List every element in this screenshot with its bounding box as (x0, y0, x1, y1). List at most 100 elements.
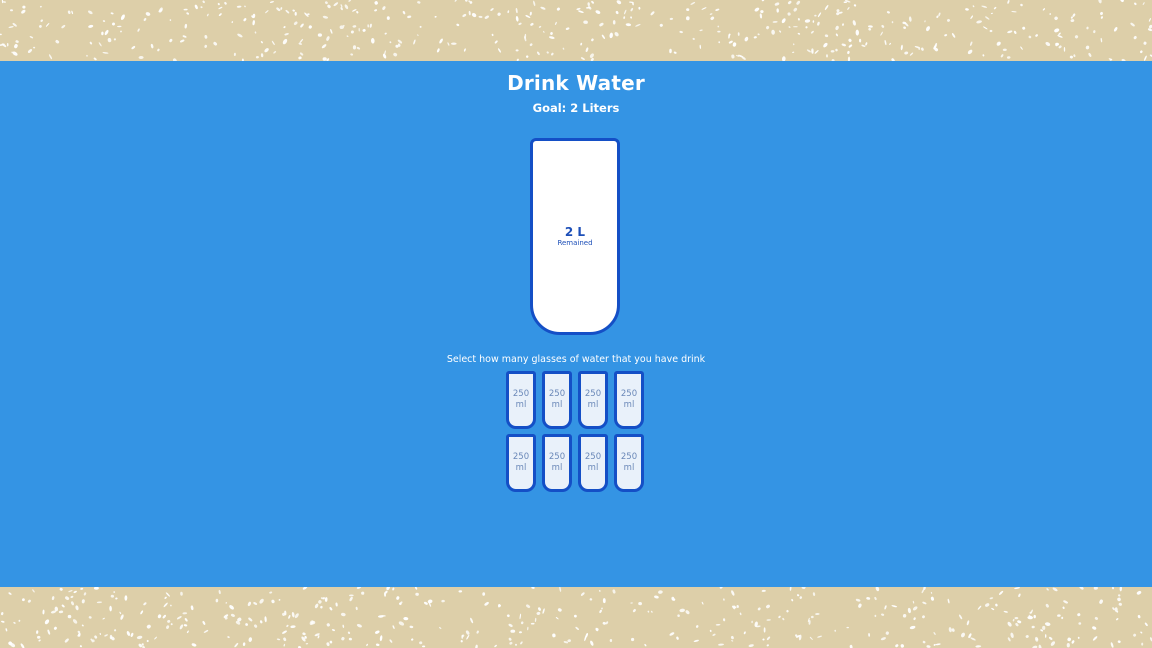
speckle (374, 1, 378, 5)
speckle (333, 2, 339, 7)
small-cup[interactable]: 250 ml (542, 371, 572, 429)
speckle (439, 626, 442, 630)
speckle (868, 27, 872, 31)
speckle (68, 590, 73, 593)
speckle (348, 637, 352, 641)
speckle (284, 33, 289, 36)
speckle (1057, 614, 1061, 617)
speckle (67, 10, 71, 15)
speckle (340, 4, 343, 8)
speckle (349, 594, 354, 597)
speckle (114, 629, 117, 632)
speckle (835, 48, 838, 52)
speckle (804, 19, 811, 23)
speckle (1045, 603, 1049, 608)
speckle (242, 642, 246, 646)
speckle (140, 610, 144, 615)
speckle (772, 21, 778, 23)
speckle (709, 13, 713, 15)
speckle (625, 23, 632, 27)
small-cup[interactable]: 250 ml (578, 434, 608, 492)
speckle (766, 644, 769, 647)
speckle (71, 10, 74, 15)
speckle (145, 12, 151, 16)
speckle (271, 40, 275, 46)
remained-amount: 2 L (564, 225, 586, 239)
speckle (874, 614, 877, 618)
speckle (787, 12, 791, 16)
speckle (731, 639, 734, 642)
speckle (546, 51, 549, 54)
speckle (102, 52, 109, 54)
speckle (182, 612, 188, 615)
speckle (552, 633, 556, 638)
speckle (880, 31, 883, 36)
small-cup[interactable]: 250 ml (506, 434, 536, 492)
speckle (176, 616, 182, 620)
speckle (273, 51, 277, 54)
speckle (81, 599, 85, 604)
speckle (276, 638, 281, 641)
speckle (419, 641, 423, 645)
small-cup[interactable]: 250 ml (614, 371, 644, 429)
speckle (868, 633, 871, 637)
speckle (419, 25, 422, 28)
speckle (985, 603, 990, 607)
speckle (162, 614, 166, 619)
speckle (614, 32, 619, 37)
speckle (42, 609, 45, 615)
speckle (1077, 613, 1081, 617)
small-cup[interactable]: 250 ml (614, 434, 644, 492)
small-cup[interactable]: 250 ml (578, 371, 608, 429)
speckle (612, 589, 616, 594)
speckle (14, 43, 18, 49)
speckle (817, 635, 822, 638)
speckle (55, 40, 60, 44)
speckle (1092, 626, 1097, 630)
small-cup[interactable]: 250 ml (542, 434, 572, 492)
speckle (1062, 606, 1065, 610)
speckle (202, 0, 205, 4)
speckle (903, 26, 906, 29)
speckle (416, 34, 419, 36)
speckle (217, 2, 220, 6)
speckle (580, 57, 585, 60)
speckle (817, 12, 822, 18)
speckle (805, 26, 808, 29)
speckle (1093, 30, 1096, 34)
speckle (605, 621, 609, 625)
speckle (283, 643, 286, 647)
speckle (926, 26, 930, 32)
speckle (5, 628, 8, 632)
small-cup[interactable]: 250 ml (506, 371, 536, 429)
speckle (555, 617, 559, 620)
speckle (1133, 633, 1137, 637)
speckle (757, 607, 761, 611)
speckle (427, 599, 433, 604)
speckle (1052, 587, 1058, 592)
speckle (766, 636, 771, 641)
speckle (1035, 34, 1038, 37)
speckle (948, 627, 952, 633)
speckle (599, 22, 604, 27)
speckle (326, 623, 330, 627)
speckle (590, 640, 594, 646)
speckle (465, 630, 470, 635)
speckle (1017, 620, 1022, 624)
speckle (762, 638, 765, 641)
speckle (580, 592, 585, 596)
speckle (889, 42, 891, 45)
speckle (202, 620, 206, 625)
speckle (1078, 622, 1082, 625)
speckle (601, 34, 605, 39)
speckle (384, 32, 387, 35)
speckle (1074, 35, 1079, 39)
speckle (94, 635, 98, 639)
speckle (679, 608, 685, 613)
speckle-pattern (0, 587, 1152, 648)
speckle (1054, 28, 1060, 33)
speckle (881, 24, 885, 28)
speckle (227, 636, 230, 639)
speckle (456, 23, 460, 27)
speckle (515, 643, 517, 646)
